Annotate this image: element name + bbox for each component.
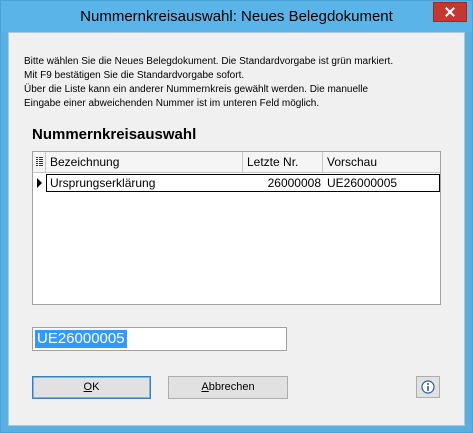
row-pointer-icon (37, 178, 42, 188)
row-indicator-cell (33, 174, 46, 192)
instructions-text: Bitte wählen Sie die Neues Belegdokument… (24, 55, 444, 111)
cell-bezeichnung[interactable]: Ursprungserklärung (46, 174, 243, 192)
ok-label-rest: K (92, 381, 100, 393)
table-row[interactable]: Ursprungserklärung 26000008 UE26000005 (33, 174, 440, 192)
title-bar[interactable]: Nummernkreisauswahl: Neues Belegdokument (1, 1, 472, 32)
manual-number-input[interactable]: UE26000005 (32, 327, 287, 351)
column-header-vorschau[interactable]: Vorschau (323, 152, 440, 172)
ok-mnemonic: O (83, 381, 93, 393)
ok-button[interactable]: OK (32, 376, 151, 399)
instructions-line: Bitte wählen Sie die Neues Belegdokument… (24, 56, 394, 67)
section-title: Nummernkreisauswahl (32, 126, 197, 143)
cancel-mnemonic: A (201, 381, 209, 393)
column-chooser-icon (36, 157, 43, 166)
info-icon (421, 380, 435, 394)
instructions-line: Über die Liste kann ein anderer Nummernk… (24, 84, 369, 95)
window-title: Nummernkreisauswahl: Neues Belegdokument (80, 8, 393, 25)
cancel-label-rest: bbrechen (208, 381, 255, 393)
manual-number-value: UE26000005 (35, 330, 127, 348)
grid-header: Bezeichnung Letzte Nr. Vorschau (33, 152, 440, 173)
info-button[interactable] (416, 376, 440, 398)
cell-vorschau[interactable]: UE26000005 (323, 174, 440, 192)
column-chooser-button[interactable] (33, 152, 46, 172)
number-range-grid[interactable]: Bezeichnung Letzte Nr. Vorschau Ursprung… (32, 151, 441, 305)
close-button[interactable] (433, 2, 467, 22)
cell-letzte-nr[interactable]: 26000008 (243, 174, 323, 192)
instructions-line: Mit F9 bestätigen Sie die Standardvorgab… (24, 70, 245, 81)
column-header-bezeichnung[interactable]: Bezeichnung (46, 152, 243, 172)
instructions-line: Eingabe einer abweichenden Nummer ist im… (24, 98, 320, 109)
column-header-letzte-nr[interactable]: Letzte Nr. (243, 152, 323, 172)
cancel-button[interactable]: Abbrechen (168, 376, 288, 399)
